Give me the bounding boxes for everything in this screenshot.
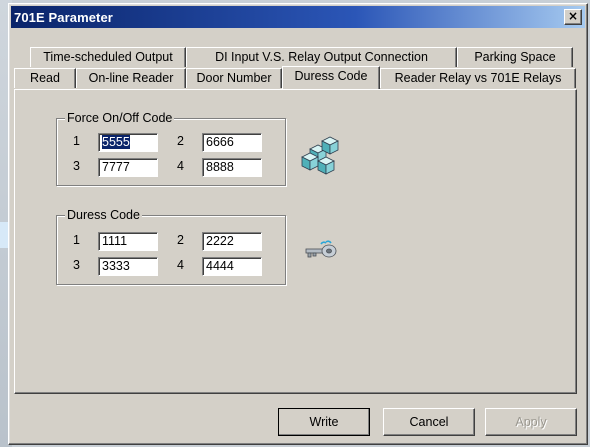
field-value: 6666 [206,135,234,149]
tab-read[interactable]: Read [14,68,76,88]
field-index-2: 2 [177,134,184,148]
field-index-1: 1 [73,134,80,148]
title-bar[interactable]: 701E Parameter × [11,6,585,28]
force-code-1-input[interactable]: 5555 [98,133,158,152]
field-index-3: 3 [73,258,80,272]
cubes-icon [301,136,339,175]
field-value: 7777 [102,160,130,174]
key-icon [305,240,337,258]
tab-label: Duress Code [294,69,368,83]
field-value: 4444 [206,259,234,273]
close-button[interactable]: × [564,9,582,25]
tab-label: DI Input V.S. Relay Output Connection [215,50,428,64]
field-index-2: 2 [177,233,184,247]
selected-text: 5555 [102,135,130,149]
button-label: Apply [515,415,547,429]
tab-label: Read [30,71,60,85]
field-index-4: 4 [177,159,184,173]
field-value: 3333 [102,259,130,273]
duress-code-group: Duress Code 1 1111 2 2222 3 3333 4 4444 [56,208,286,285]
tab-reader-relay-vs-701e-relays[interactable]: Reader Relay vs 701E Relays [380,68,576,88]
force-code-3-input[interactable]: 7777 [98,158,158,177]
tab-panel-duress-code: Force On/Off Code 1 5555 2 6666 3 7777 4… [14,89,577,394]
tab-label: On-line Reader [88,71,174,85]
tab-label: Reader Relay vs 701E Relays [394,71,562,85]
field-value: 2222 [206,234,234,248]
tab-on-line-reader[interactable]: On-line Reader [76,68,186,88]
field-value: 1111 [102,234,128,248]
force-code-4-input[interactable]: 8888 [202,158,262,177]
tab-duress-code[interactable]: Duress Code [282,66,380,89]
tab-label: Time-scheduled Output [43,50,173,64]
apply-button[interactable]: Apply [485,408,577,436]
field-value: 8888 [206,160,234,174]
write-button[interactable]: Write [278,408,370,436]
close-icon: × [567,9,579,23]
tab-time-scheduled-output[interactable]: Time-scheduled Output [30,47,186,67]
duress-code-1-input[interactable]: 1111 [98,232,158,251]
tab-label: Door Number [196,71,272,85]
button-label: Cancel [409,415,449,429]
force-on-off-group-label: Force On/Off Code [65,111,175,125]
duress-code-group-label: Duress Code [65,208,142,222]
force-on-off-group: Force On/Off Code 1 5555 2 6666 3 7777 4… [56,111,286,186]
tab-di-input-relay-connection[interactable]: DI Input V.S. Relay Output Connection [186,47,457,67]
window-title: 701E Parameter [14,10,113,25]
tab-door-number[interactable]: Door Number [186,68,282,88]
field-index-3: 3 [73,159,80,173]
field-index-1: 1 [73,233,80,247]
field-index-4: 4 [177,258,184,272]
duress-code-2-input[interactable]: 2222 [202,232,262,251]
button-label: Write [309,415,339,429]
cancel-button[interactable]: Cancel [383,408,475,436]
tab-label: Parking Space [474,50,556,64]
force-code-2-input[interactable]: 6666 [202,133,262,152]
tab-parking-space[interactable]: Parking Space [457,47,573,67]
duress-code-3-input[interactable]: 3333 [98,257,158,276]
duress-code-4-input[interactable]: 4444 [202,257,262,276]
